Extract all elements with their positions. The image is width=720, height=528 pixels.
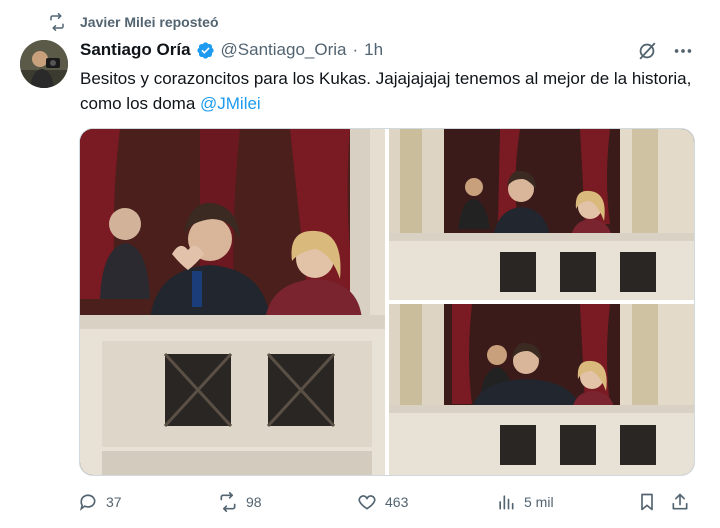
author-avatar[interactable] [20, 40, 68, 88]
repost-icon [50, 13, 64, 31]
repost-count: 98 [246, 494, 262, 510]
reply-count: 37 [106, 494, 122, 510]
repost-label[interactable]: Javier Milei reposteó [80, 14, 219, 30]
tweet-card[interactable]: Javier Milei reposteó Santiago Oría @San… [0, 0, 720, 528]
more-options-icon[interactable] [672, 40, 694, 62]
verified-badge-icon[interactable] [196, 41, 215, 60]
views-chart-icon [499, 495, 514, 510]
author-handle[interactable]: @Santiago_Oria [221, 40, 347, 60]
like-count: 463 [385, 494, 409, 510]
views-count: 5 mil [524, 494, 554, 510]
tweet-top-right-icons [636, 40, 694, 62]
author-name[interactable]: Santiago Oría [80, 40, 191, 60]
grok-icon[interactable] [636, 40, 658, 62]
reply-button[interactable]: 37 [78, 488, 122, 516]
media-photo-2[interactable] [389, 129, 694, 300]
tweet-time[interactable]: 1h [364, 40, 383, 60]
separator-dot: · [352, 40, 359, 59]
mention-link[interactable]: @JMilei [200, 94, 261, 113]
share-icon [672, 493, 688, 510]
tweet-text: Besitos y corazoncitos para los Kukas. J… [80, 66, 700, 116]
share-button[interactable] [670, 488, 690, 516]
repost-action-icon [220, 492, 236, 512]
media-photo-1[interactable] [80, 129, 385, 475]
tweet-header: Santiago Oría @Santiago_Oria · 1h [80, 40, 383, 60]
tweet-actions-bar: 37 98 463 5 mil [78, 488, 693, 516]
views-button[interactable]: 5 mil [496, 488, 554, 516]
like-button[interactable]: 463 [357, 488, 408, 516]
bookmark-icon [641, 493, 653, 511]
bookmark-button[interactable] [637, 488, 657, 516]
heart-icon [358, 495, 376, 510]
tweet-media-grid [79, 128, 695, 476]
repost-button[interactable]: 98 [218, 488, 262, 516]
tweet-body: Besitos y corazoncitos para los Kukas. J… [80, 69, 692, 113]
reply-icon [79, 494, 96, 511]
media-photo-3[interactable] [389, 304, 694, 475]
repost-header: Javier Milei reposteó [48, 13, 219, 31]
